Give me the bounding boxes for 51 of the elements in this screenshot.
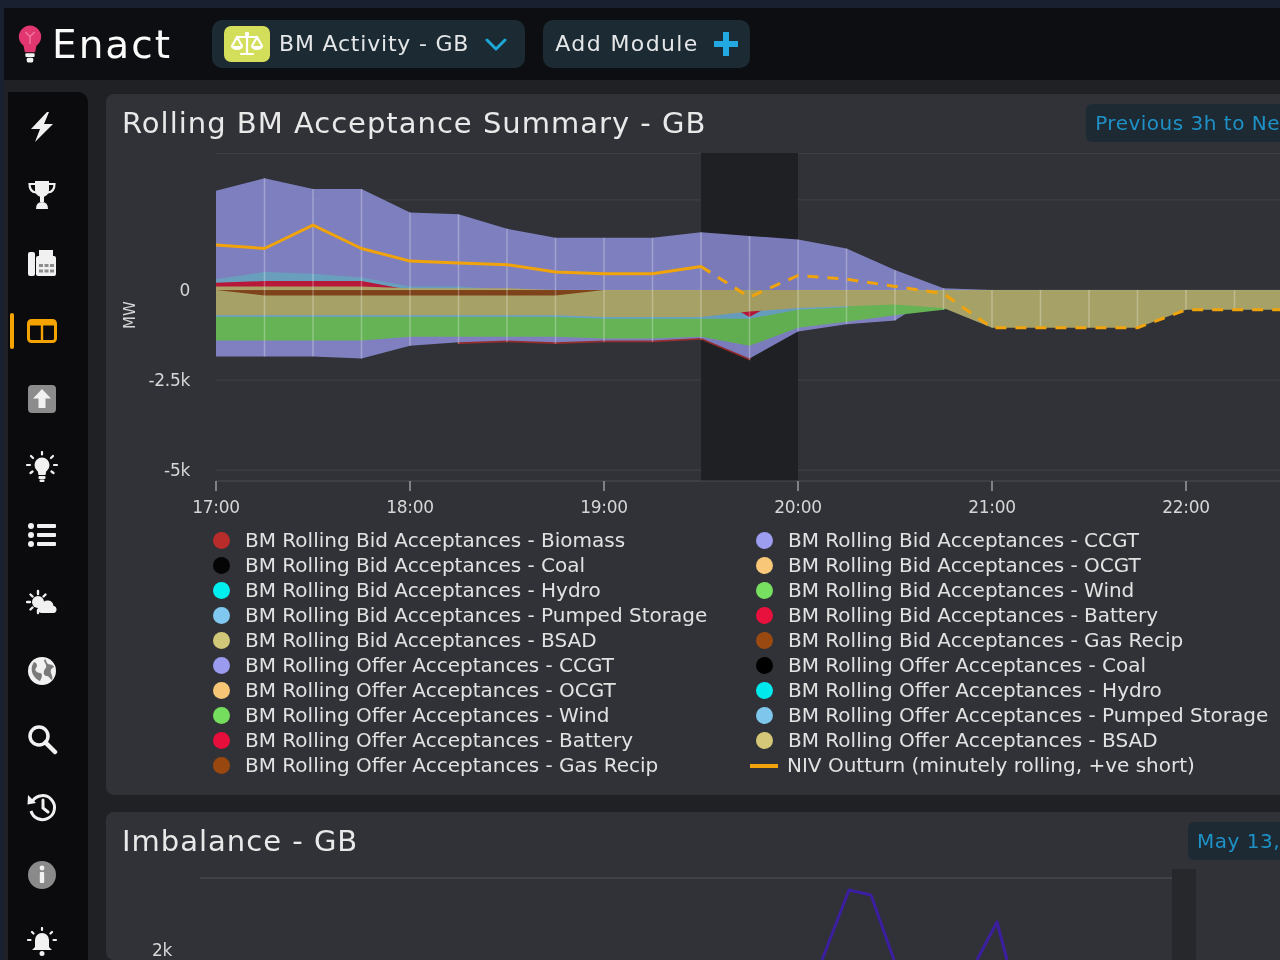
axis-tick-label: 20:00 — [774, 497, 822, 517]
legend-label: BM Rolling Offer Acceptances - Battery — [245, 728, 634, 753]
legend-label: BM Rolling Offer Acceptances - BSAD — [788, 728, 1158, 753]
legend-label: BM Rolling Offer Acceptances - Gas Recip — [245, 753, 659, 778]
legend-label: NIV Outturn (minutely rolling, +ve short) — [787, 753, 1195, 778]
axis-tick-label: -5k — [164, 460, 190, 481]
legend-label: BM Rolling Bid Acceptances - Wind — [788, 578, 1135, 603]
legend-label: BM Rolling Bid Acceptances - CCGT — [788, 528, 1139, 553]
axis-tick-label: 18:00 — [386, 497, 434, 517]
lightbulb-icon — [26, 451, 58, 483]
axis-tick-label: 0 — [179, 280, 190, 300]
legend-label: BM Rolling Bid Acceptances - Pumped Storage — [245, 603, 708, 628]
legend-label: BM Rolling Offer Acceptances - CCGT — [245, 653, 615, 678]
info-icon — [26, 859, 58, 891]
chevron-down-icon — [485, 37, 508, 51]
legend-label: BM Rolling Bid Acceptances - OCGT — [788, 553, 1141, 578]
upload-icon — [26, 383, 58, 415]
panel-title: Imbalance - GB — [122, 823, 359, 859]
axis-title: MW — [121, 301, 139, 329]
axis-tick-label: 19:00 — [580, 497, 628, 517]
legend-label: BM Rolling Offer Acceptances - OCGT — [245, 678, 616, 703]
legend-label: BM Rolling Bid Acceptances - Gas Recip — [788, 628, 1184, 653]
legend-label: BM Rolling Bid Acceptances - Biomass — [245, 528, 626, 553]
fax-machine-icon — [26, 247, 58, 279]
legend-label: BM Rolling Bid Acceptances - Hydro — [245, 578, 601, 603]
legend-label: BM Rolling Offer Acceptances - Coal — [788, 653, 1147, 678]
logo-text: Enact — [52, 24, 172, 64]
search-icon — [26, 723, 58, 755]
globe-icon — [26, 655, 58, 687]
legend-label: BM Rolling Bid Acceptances - Battery — [788, 603, 1159, 628]
legend-label: BM Rolling Offer Acceptances - Hydro — [788, 678, 1162, 703]
module-dropdown[interactable]: BM Activity - GB — [212, 20, 526, 68]
bell-icon — [26, 927, 58, 959]
trophy-icon — [26, 179, 58, 211]
axis-tick-label: 2k — [151, 940, 172, 960]
history-icon — [26, 791, 58, 823]
legend-label: BM Rolling Bid Acceptances - BSAD — [245, 628, 597, 653]
legend-label: BM Rolling Offer Acceptances - Wind — [245, 703, 610, 728]
axis-tick-label: 17:00 — [192, 497, 240, 517]
balance-scale-icon — [224, 26, 270, 62]
lightbulb-logo-icon — [18, 24, 42, 64]
legend-label: BM Rolling Bid Acceptances - Coal — [245, 553, 586, 578]
add-module-button[interactable]: Add Module — [543, 20, 750, 68]
date-range-button[interactable]: Previous 3h to Ne — [1086, 104, 1280, 142]
date-range-button[interactable]: May 13, — [1188, 822, 1280, 860]
legend-label: BM Rolling Offer Acceptances - Pumped Storage — [788, 703, 1269, 728]
plus-icon — [713, 32, 738, 56]
panel-title: Rolling BM Acceptance Summary - GB — [122, 105, 707, 141]
axis-tick-label: 21:00 — [968, 497, 1016, 517]
axis-tick-label: -2.5k — [148, 370, 190, 391]
axis-tick-label: 22:00 — [1162, 497, 1210, 517]
